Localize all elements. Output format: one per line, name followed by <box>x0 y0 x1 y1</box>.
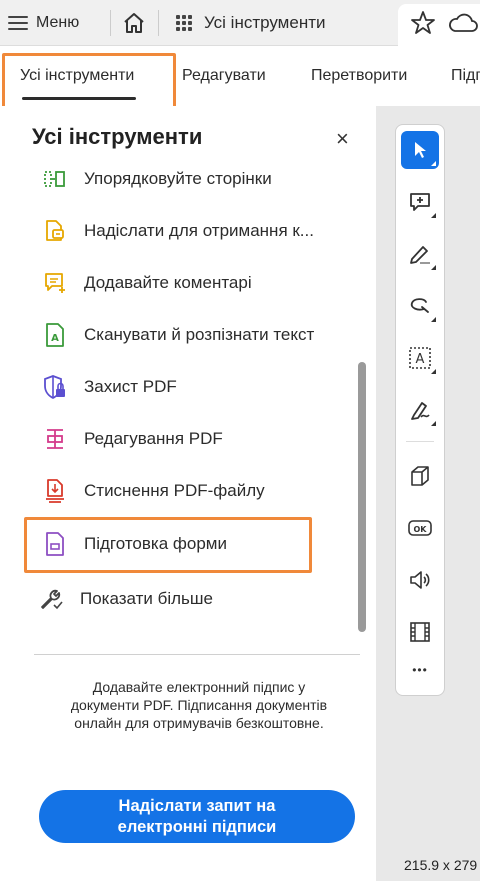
comment-icon <box>40 268 70 298</box>
close-button[interactable]: × <box>336 128 349 150</box>
panel-title: Усі інструменти <box>32 124 203 149</box>
send-for-comments-icon <box>40 216 70 246</box>
request-esignatures-button[interactable]: Надіслати запит на електронні підписи <box>39 790 355 843</box>
submenu-indicator <box>431 317 436 322</box>
show-more-link[interactable]: Показати більше <box>36 581 213 617</box>
home-button[interactable] <box>118 9 150 37</box>
edit-pdf-icon <box>40 424 70 454</box>
hamburger-icon <box>8 16 28 30</box>
add-comment-button[interactable] <box>401 183 439 221</box>
quick-tools-toolbar: A OK ••• <box>395 124 445 696</box>
tab-all-tools[interactable]: Усі інструменти <box>20 46 137 106</box>
apps-grid-icon <box>176 15 192 31</box>
tool-item-organize-pages[interactable]: Упорядковуйте сторінки <box>40 161 272 197</box>
divider <box>158 10 159 36</box>
prepare-form-icon <box>40 529 70 559</box>
compress-pdf-icon <box>40 476 70 506</box>
scrollbar-thumb[interactable] <box>358 362 366 632</box>
submenu-indicator <box>431 421 436 426</box>
add-comment-icon <box>410 193 430 211</box>
video-button[interactable] <box>401 613 439 651</box>
show-more-label: Показати більше <box>80 589 214 608</box>
more-options-button[interactable]: ••• <box>401 651 439 689</box>
menu-button[interactable]: Меню <box>8 0 79 46</box>
text-box-button[interactable]: A <box>401 339 439 377</box>
tool-item-add-comments[interactable]: Додавайте коментарі <box>40 265 252 301</box>
tool-item-label: Редагування PDF <box>84 429 223 448</box>
tools-more-icon <box>36 584 66 614</box>
menu-label: Меню <box>36 14 80 31</box>
select-tool-button[interactable] <box>401 131 439 169</box>
all-tools-label: Усі інструменти <box>204 13 326 32</box>
sign-pen-icon <box>411 402 430 420</box>
ok-button-tool[interactable]: OK <box>401 509 439 547</box>
tool-item-label: Надіслати для отримання к... <box>84 221 314 240</box>
tab-convert[interactable]: Перетворити <box>311 46 407 106</box>
tool-item-label: Захист PDF <box>84 377 177 396</box>
panel-divider <box>34 654 360 655</box>
tool-item-prepare-form[interactable]: Підготовка форми <box>40 526 227 562</box>
ok-button-icon: OK <box>408 520 432 536</box>
tool-item-label: Додавайте коментарі <box>84 273 252 292</box>
tool-item-compress-pdf[interactable]: Стиснення PDF-файлу <box>40 473 265 509</box>
highlight-pen-button[interactable] <box>401 235 439 273</box>
divider <box>110 10 111 36</box>
tool-item-send-for-comments[interactable]: Надіслати для отримання к... <box>40 213 314 249</box>
esign-promo-text: Додавайте електронний підпис у документи… <box>70 679 328 731</box>
tool-item-label: Підготовка форми <box>84 534 227 553</box>
submenu-indicator <box>431 369 436 374</box>
3d-box-icon <box>411 466 429 486</box>
highlight-pen-icon <box>410 246 430 264</box>
svg-text:OK: OK <box>414 525 428 534</box>
tool-item-label: Сканувати й розпізнати текст <box>84 325 315 344</box>
tool-item-edit-pdf[interactable]: Редагування PDF <box>40 421 223 457</box>
scan-ocr-icon: A <box>40 320 70 350</box>
more-options-icon: ••• <box>412 663 428 677</box>
lasso-draw-icon <box>410 298 429 313</box>
cloud-icon[interactable] <box>448 12 480 34</box>
organize-pages-icon <box>40 164 70 194</box>
3d-object-button[interactable] <box>401 457 439 495</box>
sound-button[interactable] <box>401 561 439 599</box>
svg-text:A: A <box>416 352 425 367</box>
toolbar-separator <box>406 441 434 442</box>
sign-button[interactable] <box>401 391 439 429</box>
tool-item-label: Стиснення PDF-файлу <box>84 481 265 500</box>
select-tool-icon <box>415 142 426 158</box>
protect-pdf-icon <box>40 372 70 402</box>
submenu-indicator <box>431 265 436 270</box>
tab-bar: Усі інструменти Редагувати Перетворити П… <box>0 46 480 106</box>
draw-lasso-button[interactable] <box>401 287 439 325</box>
all-tools-panel: Усі інструменти × Упорядковуйте сторінки… <box>0 106 376 881</box>
tab-edit[interactable]: Редагувати <box>182 46 266 106</box>
submenu-indicator <box>431 161 436 166</box>
video-film-icon <box>410 622 430 642</box>
tool-item-scan-ocr[interactable]: A Сканувати й розпізнати текст <box>40 317 314 353</box>
svg-text:A: A <box>51 333 59 344</box>
text-recognition-icon: A <box>409 347 431 369</box>
top-bar: Меню Усі інструменти <box>0 0 480 46</box>
submenu-indicator <box>431 213 436 218</box>
tool-item-protect-pdf[interactable]: Захист PDF <box>40 369 177 405</box>
tool-item-label: Упорядковуйте сторінки <box>84 169 272 188</box>
tab-sign[interactable]: Підп <box>451 46 480 106</box>
all-tools-button[interactable]: Усі інструменти <box>176 0 326 46</box>
sound-icon <box>410 571 430 589</box>
page-size-readout: 215.9 x 279 <box>404 857 478 873</box>
star-icon[interactable] <box>410 10 436 36</box>
home-icon <box>124 13 144 33</box>
